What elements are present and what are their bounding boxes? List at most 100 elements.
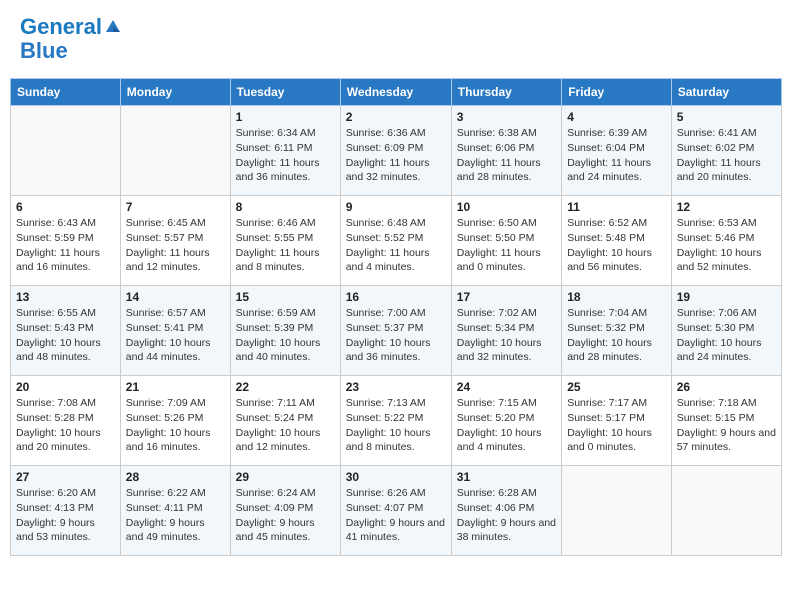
day-number: 30: [346, 470, 446, 484]
day-number: 7: [126, 200, 225, 214]
sunrise-text: Sunrise: 6:46 AM: [236, 216, 335, 231]
calendar-cell: 7 Sunrise: 6:45 AMSunset: 5:57 PMDaylight…: [120, 196, 230, 286]
sunrise-text: Sunrise: 7:13 AM: [346, 396, 446, 411]
day-number: 17: [457, 290, 556, 304]
calendar-cell: 6 Sunrise: 6:43 AMSunset: 5:59 PMDaylight…: [11, 196, 121, 286]
day-number: 22: [236, 380, 335, 394]
day-info: Sunrise: 6:34 AMSunset: 6:11 PMDaylight:…: [236, 126, 335, 185]
calendar-table: SundayMondayTuesdayWednesdayThursdayFrid…: [10, 78, 782, 556]
sunrise-text: Sunrise: 6:39 AM: [567, 126, 666, 141]
sunrise-text: Sunrise: 6:24 AM: [236, 486, 335, 501]
sunset-text: Sunset: 5:22 PM: [346, 411, 446, 426]
weekday-header-thursday: Thursday: [451, 79, 561, 106]
page-header: General Blue: [10, 10, 782, 68]
day-info: Sunrise: 6:52 AMSunset: 5:48 PMDaylight:…: [567, 216, 666, 275]
sunset-text: Sunset: 5:46 PM: [677, 231, 776, 246]
daylight-text: Daylight: 11 hours and 36 minutes.: [236, 156, 335, 185]
sunset-text: Sunset: 4:13 PM: [16, 501, 115, 516]
day-number: 5: [677, 110, 776, 124]
sunrise-text: Sunrise: 7:09 AM: [126, 396, 225, 411]
daylight-text: Daylight: 9 hours and 57 minutes.: [677, 426, 776, 455]
daylight-text: Daylight: 10 hours and 24 minutes.: [677, 336, 776, 365]
day-number: 14: [126, 290, 225, 304]
day-number: 6: [16, 200, 115, 214]
sunset-text: Sunset: 5:34 PM: [457, 321, 556, 336]
day-number: 26: [677, 380, 776, 394]
sunrise-text: Sunrise: 6:57 AM: [126, 306, 225, 321]
daylight-text: Daylight: 10 hours and 8 minutes.: [346, 426, 446, 455]
sunset-text: Sunset: 5:37 PM: [346, 321, 446, 336]
day-info: Sunrise: 7:04 AMSunset: 5:32 PMDaylight:…: [567, 306, 666, 365]
day-info: Sunrise: 7:11 AMSunset: 5:24 PMDaylight:…: [236, 396, 335, 455]
sunset-text: Sunset: 5:28 PM: [16, 411, 115, 426]
day-number: 27: [16, 470, 115, 484]
day-number: 31: [457, 470, 556, 484]
daylight-text: Daylight: 10 hours and 20 minutes.: [16, 426, 115, 455]
weekday-header-saturday: Saturday: [671, 79, 781, 106]
calendar-cell: 19Sunrise: 7:06 AMSunset: 5:30 PMDayligh…: [671, 286, 781, 376]
weekday-header-wednesday: Wednesday: [340, 79, 451, 106]
calendar-week-row: 13 Sunrise: 6:55 AMSunset: 5:43 PMDayligh…: [11, 286, 782, 376]
day-number: 9: [346, 200, 446, 214]
calendar-cell: 10Sunrise: 6:50 AMSunset: 5:50 PMDayligh…: [451, 196, 561, 286]
sunset-text: Sunset: 5:57 PM: [126, 231, 225, 246]
sunset-text: Sunset: 6:02 PM: [677, 141, 776, 156]
calendar-cell: [671, 466, 781, 556]
sunrise-text: Sunrise: 6:50 AM: [457, 216, 556, 231]
sunrise-text: Sunrise: 6:59 AM: [236, 306, 335, 321]
day-info: Sunrise: 6:36 AMSunset: 6:09 PMDaylight:…: [346, 126, 446, 185]
daylight-text: Daylight: 11 hours and 20 minutes.: [677, 156, 776, 185]
day-info: Sunrise: 6:43 AMSunset: 5:59 PMDaylight:…: [16, 216, 115, 275]
sunset-text: Sunset: 5:43 PM: [16, 321, 115, 336]
calendar-cell: 4Sunrise: 6:39 AMSunset: 6:04 PMDaylight…: [562, 106, 672, 196]
day-number: 29: [236, 470, 335, 484]
sunset-text: Sunset: 5:59 PM: [16, 231, 115, 246]
day-number: 13: [16, 290, 115, 304]
day-info: Sunrise: 6:55 AMSunset: 5:43 PMDaylight:…: [16, 306, 115, 365]
sunset-text: Sunset: 5:48 PM: [567, 231, 666, 246]
logo-general: General: [20, 14, 102, 39]
sunset-text: Sunset: 6:09 PM: [346, 141, 446, 156]
calendar-cell: 8Sunrise: 6:46 AMSunset: 5:55 PMDaylight…: [230, 196, 340, 286]
daylight-text: Daylight: 11 hours and 28 minutes.: [457, 156, 556, 185]
weekday-header-tuesday: Tuesday: [230, 79, 340, 106]
daylight-text: Daylight: 9 hours and 53 minutes.: [16, 516, 115, 545]
sunrise-text: Sunrise: 7:02 AM: [457, 306, 556, 321]
calendar-week-row: 1Sunrise: 6:34 AMSunset: 6:11 PMDaylight…: [11, 106, 782, 196]
day-number: 11: [567, 200, 666, 214]
day-info: Sunrise: 7:13 AMSunset: 5:22 PMDaylight:…: [346, 396, 446, 455]
sunrise-text: Sunrise: 6:28 AM: [457, 486, 556, 501]
calendar-cell: 25Sunrise: 7:17 AMSunset: 5:17 PMDayligh…: [562, 376, 672, 466]
sunset-text: Sunset: 5:52 PM: [346, 231, 446, 246]
day-info: Sunrise: 6:45 AMSunset: 5:57 PMDaylight:…: [126, 216, 225, 275]
daylight-text: Daylight: 11 hours and 32 minutes.: [346, 156, 446, 185]
daylight-text: Daylight: 11 hours and 0 minutes.: [457, 246, 556, 275]
day-info: Sunrise: 7:02 AMSunset: 5:34 PMDaylight:…: [457, 306, 556, 365]
weekday-header-friday: Friday: [562, 79, 672, 106]
logo-text: General: [20, 15, 122, 39]
calendar-cell: 1Sunrise: 6:34 AMSunset: 6:11 PMDaylight…: [230, 106, 340, 196]
calendar-cell: 23Sunrise: 7:13 AMSunset: 5:22 PMDayligh…: [340, 376, 451, 466]
sunset-text: Sunset: 5:26 PM: [126, 411, 225, 426]
sunset-text: Sunset: 5:39 PM: [236, 321, 335, 336]
day-number: 19: [677, 290, 776, 304]
daylight-text: Daylight: 11 hours and 8 minutes.: [236, 246, 335, 275]
logo: General Blue: [20, 15, 122, 63]
daylight-text: Daylight: 11 hours and 4 minutes.: [346, 246, 446, 275]
logo-blue: Blue: [20, 39, 122, 63]
day-info: Sunrise: 7:15 AMSunset: 5:20 PMDaylight:…: [457, 396, 556, 455]
sunrise-text: Sunrise: 6:20 AM: [16, 486, 115, 501]
daylight-text: Daylight: 9 hours and 45 minutes.: [236, 516, 335, 545]
calendar-cell: 29 Sunrise: 6:24 AMSunset: 4:09 PMDayligh…: [230, 466, 340, 556]
calendar-cell: 22 Sunrise: 7:11 AMSunset: 5:24 PMDayligh…: [230, 376, 340, 466]
day-info: Sunrise: 6:24 AMSunset: 4:09 PMDaylight:…: [236, 486, 335, 545]
day-info: Sunrise: 7:17 AMSunset: 5:17 PMDaylight:…: [567, 396, 666, 455]
sunrise-text: Sunrise: 7:11 AM: [236, 396, 335, 411]
day-info: Sunrise: 6:59 AMSunset: 5:39 PMDaylight:…: [236, 306, 335, 365]
day-number: 28: [126, 470, 225, 484]
sunrise-text: Sunrise: 7:04 AM: [567, 306, 666, 321]
sunset-text: Sunset: 6:04 PM: [567, 141, 666, 156]
calendar-cell: 31Sunrise: 6:28 AMSunset: 4:06 PMDayligh…: [451, 466, 561, 556]
calendar-cell: 11 Sunrise: 6:52 AMSunset: 5:48 PMDayligh…: [562, 196, 672, 286]
day-number: 3: [457, 110, 556, 124]
